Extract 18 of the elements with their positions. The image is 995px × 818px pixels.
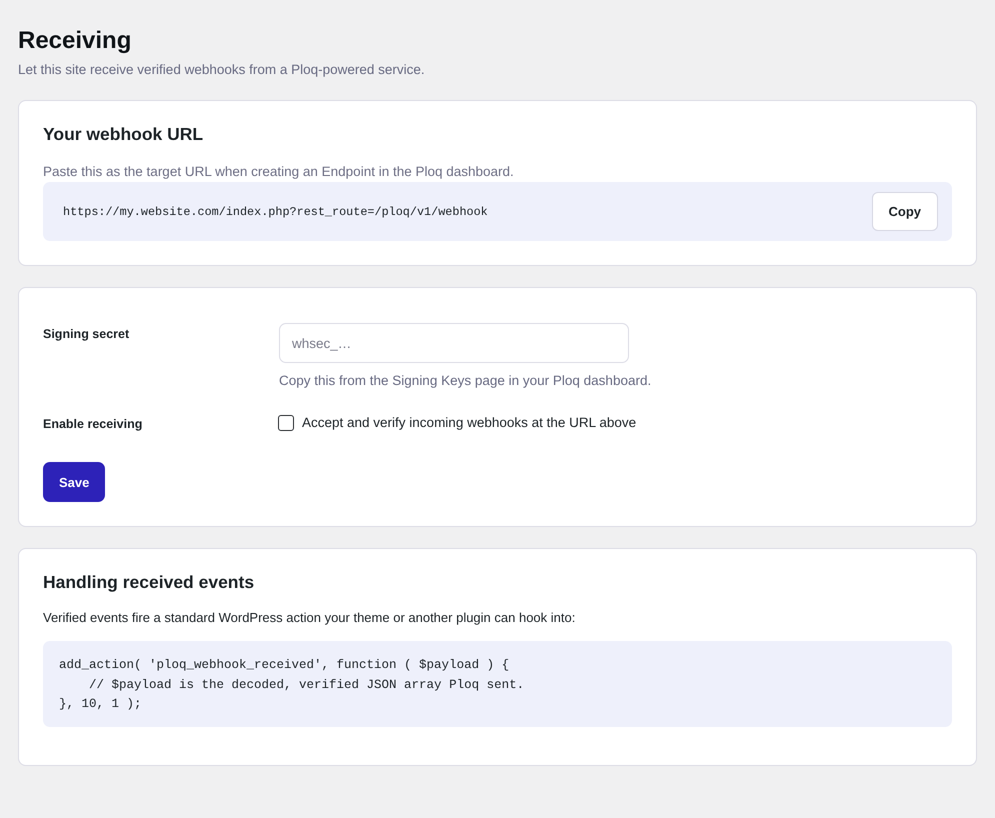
card-description: Paste this as the target URL when creating an Endpoint in the Ploq dashboard.	[43, 163, 514, 181]
page-title: Receiving	[18, 26, 132, 56]
field-label: Signing secret	[43, 326, 130, 343]
checkbox-label: Accept and verify incoming webhooks at the URL above	[302, 414, 636, 432]
code-line: // $payload is the decoded, verified JSON array Ploq sent.	[88, 676, 526, 694]
code-line: }, 10, 1 );	[59, 696, 143, 713]
copy-button[interactable]: Copy	[872, 192, 938, 231]
card-heading: Your webhook URL	[43, 123, 204, 146]
card-description: Verified events fire a standard WordPress action your theme or another plugin can hook into:	[43, 609, 576, 627]
save-button[interactable]: Save	[43, 462, 106, 502]
field-label: Enable receiving	[43, 416, 142, 433]
page-subtitle: Let this site receive verified webhooks from a Ploq-powered service.	[18, 61, 425, 79]
code-line: add_action( 'ploq_webhook_received', function ( $payload ) {	[59, 657, 510, 674]
card-heading: Handling received events	[43, 571, 254, 594]
input-field[interactable]: whsec_…	[279, 323, 629, 363]
checkbox[interactable]	[278, 415, 294, 431]
field-help-text: Copy this from the Signing Keys page in your Ploq dashboard.	[279, 372, 652, 390]
webhook-url-text: https://my.website.com/index.php?rest_route=/ploq/v1/webhook	[63, 204, 488, 218]
